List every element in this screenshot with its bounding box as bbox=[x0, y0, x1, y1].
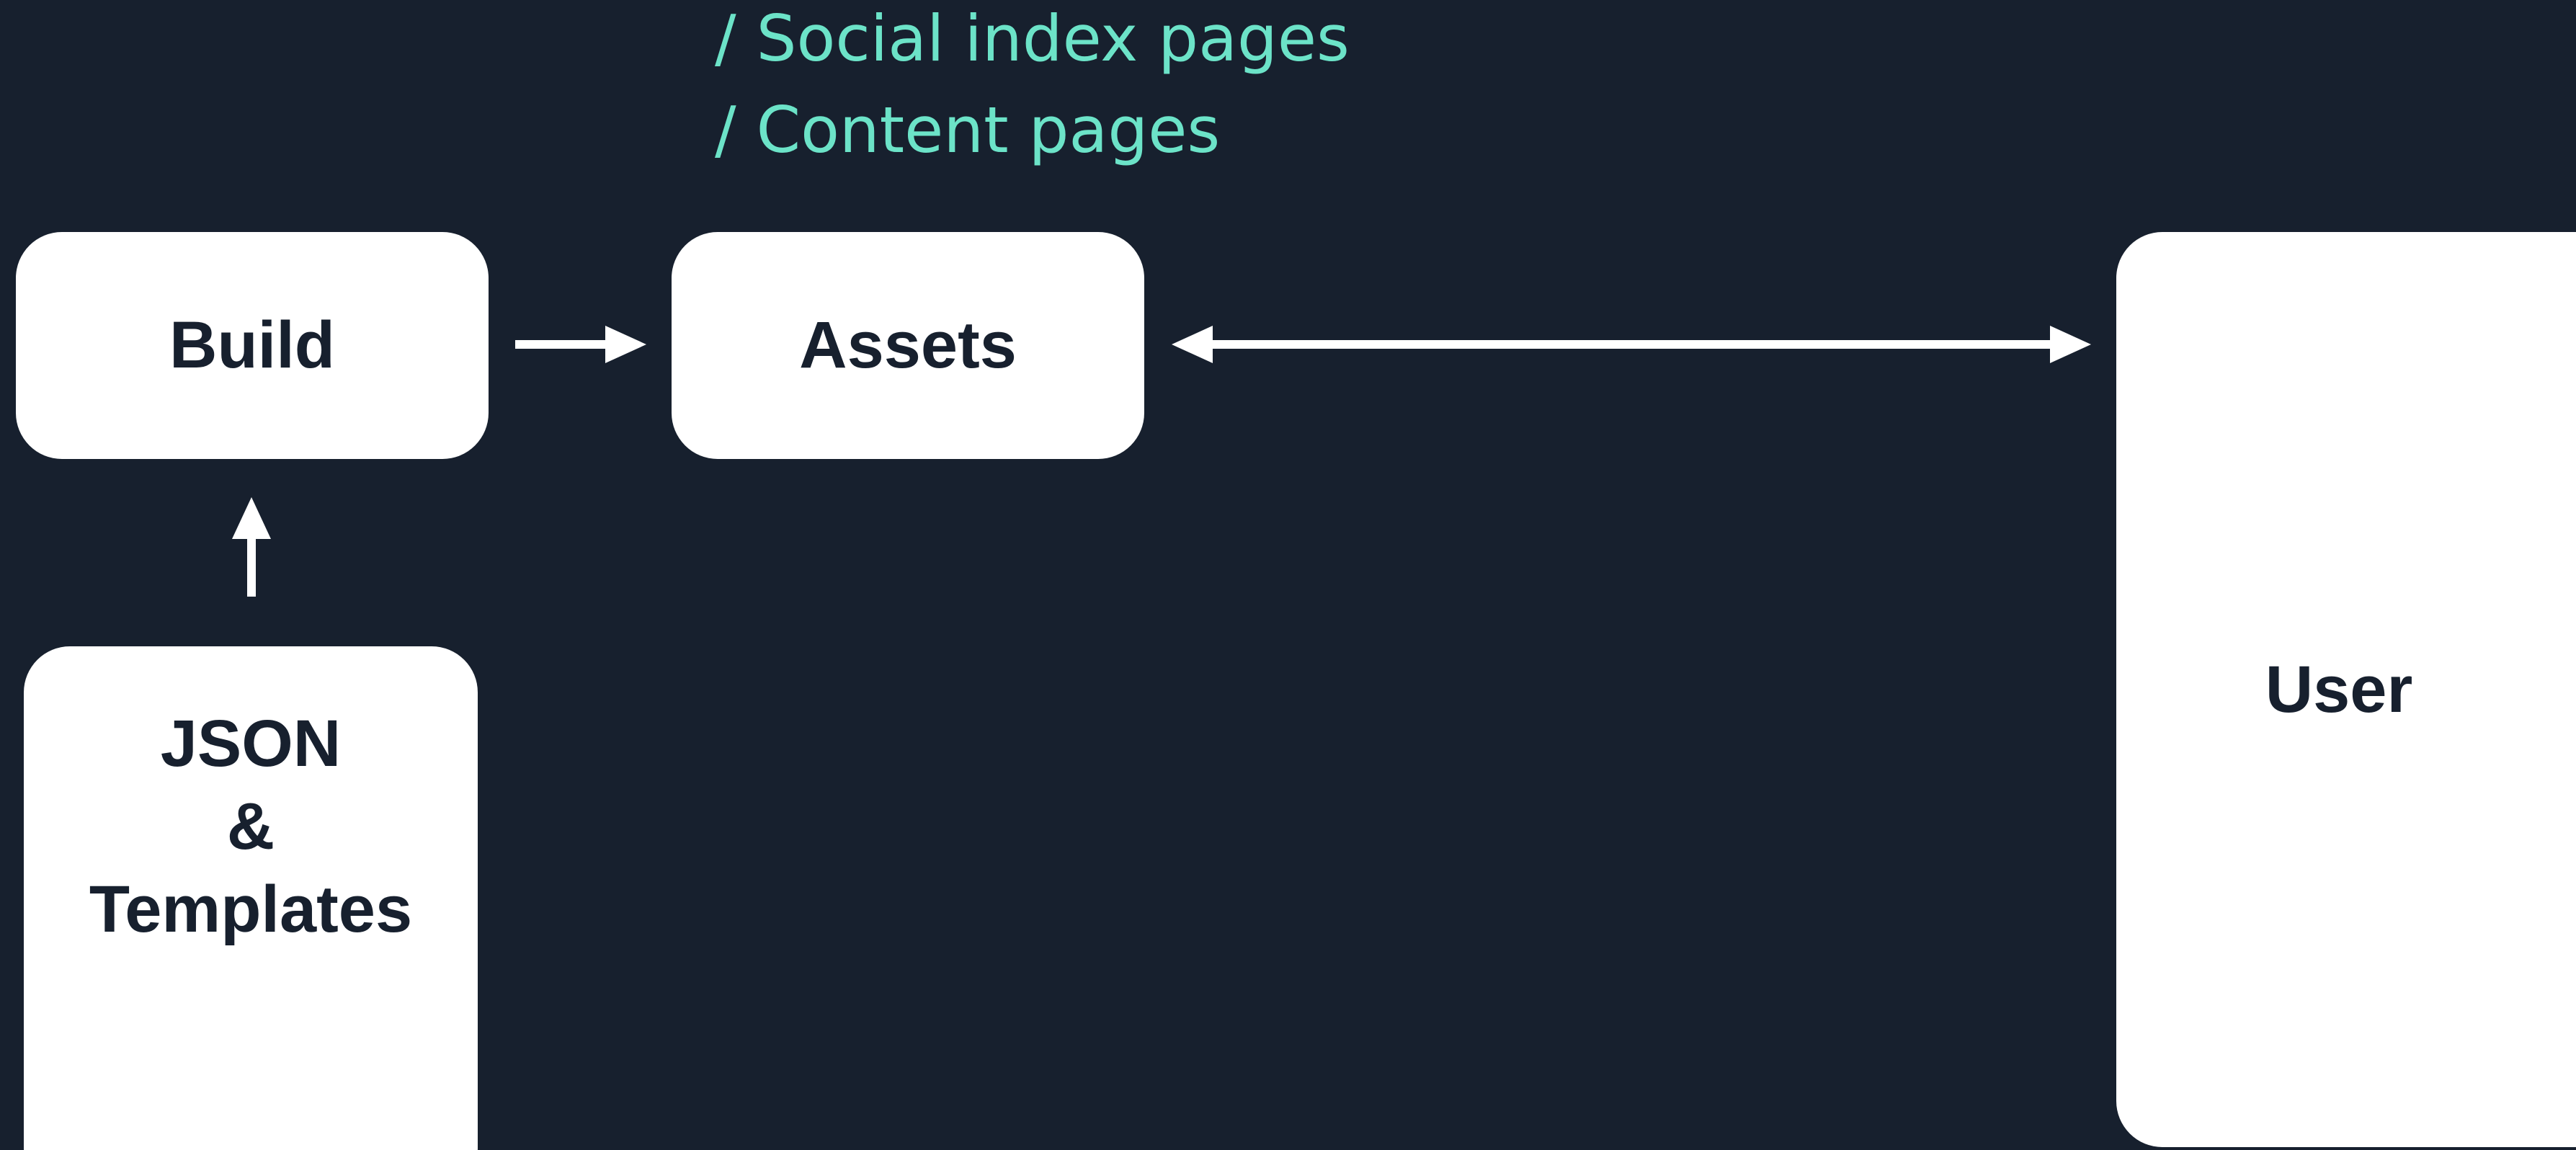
ampersand-label-line: & bbox=[226, 789, 275, 863]
arrow-source-to-build bbox=[232, 497, 271, 597]
arrow-assets-user-bidirectional bbox=[1172, 326, 2091, 363]
caption-content-pages: / Content pages bbox=[715, 93, 1221, 167]
user-label: User bbox=[2265, 652, 2413, 726]
templates-label-line: Templates bbox=[89, 872, 413, 946]
build-label: Build bbox=[169, 308, 335, 382]
diagram-canvas: / Social index pages / Content pages Bui… bbox=[0, 0, 2576, 1150]
json-templates-node: JSON & Templates bbox=[24, 646, 478, 1150]
json-label-line: JSON bbox=[160, 706, 342, 780]
assets-label: Assets bbox=[799, 308, 1017, 382]
assets-node: Assets bbox=[672, 232, 1144, 459]
arrow-build-to-assets bbox=[515, 326, 646, 363]
json-templates-label: JSON & Templates bbox=[89, 703, 412, 951]
user-node: User bbox=[2116, 232, 2576, 1147]
build-node: Build bbox=[16, 232, 489, 459]
caption-social-index-pages: / Social index pages bbox=[715, 1, 1350, 76]
